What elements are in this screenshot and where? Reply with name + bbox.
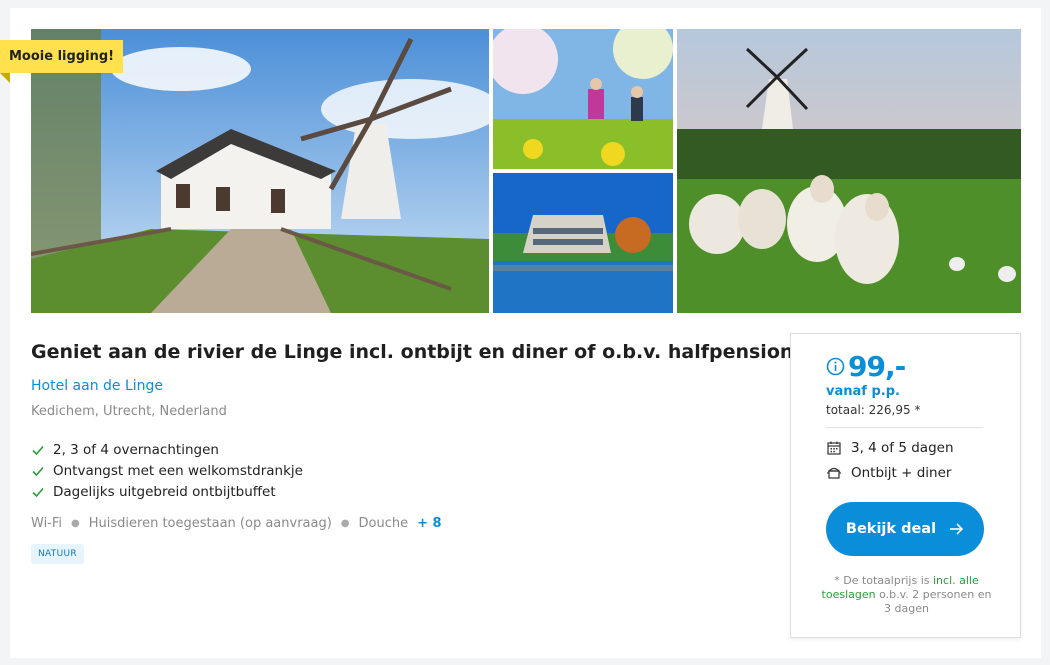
price-value: 99,- [848, 350, 906, 383]
price-box: 99,- vanaf p.p. totaal: 226,95 * 3, 4 of… [790, 333, 1021, 638]
price-row: 99,- [826, 350, 906, 383]
feature-item: Dagelijks uitgebreid ontbijtbuffet [31, 481, 771, 502]
more-amenities-link[interactable]: + 8 [417, 516, 441, 531]
hotel-link[interactable]: Hotel aan de Linge [31, 378, 771, 396]
photo-hotel-river[interactable] [493, 173, 673, 313]
note-suffix: o.b.v. 2 personen en 3 dagen [875, 588, 992, 615]
feature-list: 2, 3 of 4 overnachtingen Ontvangst met e… [31, 439, 771, 502]
per-person-label: vanaf p.p. [826, 384, 900, 399]
divider [826, 427, 983, 428]
highlight-badge: Mooie ligging! [0, 40, 124, 73]
badge-fold [0, 73, 10, 83]
amenity-item: Wi-Fi [31, 515, 63, 531]
photo-sheep[interactable] [677, 29, 1021, 313]
arrow-right-icon [948, 521, 964, 537]
amenities-row: Wi-Fi ● Huisdieren toegestaan (op aanvra… [31, 513, 771, 533]
calendar-icon [826, 440, 842, 456]
feature-label: 2, 3 of 4 overnachtingen [53, 441, 219, 458]
price-note: * De totaalprijs is incl. alle toeslagen… [821, 574, 992, 616]
note-prefix: * De totaalprijs is [834, 574, 933, 587]
amenity-item: Douche [358, 515, 409, 531]
location-text: Kedichem, Utrecht, Nederland [31, 404, 227, 419]
feature-item: 2, 3 of 4 overnachtingen [31, 439, 771, 460]
deal-card[interactable]: Mooie ligging! Geniet aan de rivier de L… [0, 8, 1041, 658]
feature-label: Ontvangst met een welkomstdrankje [53, 462, 303, 479]
amenity-item: Huisdieren toegestaan (op aanvraag) [88, 515, 332, 531]
feature-item: Ontvangst met een welkomstdrankje [31, 460, 771, 481]
view-deal-label: Bekijk deal [845, 521, 937, 537]
separator-dot: ● [340, 517, 350, 529]
feature-label: Dagelijks uitgebreid ontbijtbuffet [53, 483, 276, 500]
cooking-pot-icon [826, 465, 842, 481]
category-tag: NATUUR [31, 544, 84, 564]
photo-cycling[interactable] [493, 29, 673, 169]
board-row: Ontbijt + diner [826, 465, 951, 481]
check-icon [31, 443, 45, 457]
duration-row: 3, 4 of 5 dagen [826, 440, 954, 456]
duration-label: 3, 4 of 5 dagen [851, 440, 954, 456]
photo-gallery[interactable] [31, 29, 1021, 313]
info-icon[interactable] [826, 357, 845, 376]
separator-dot: ● [71, 517, 80, 529]
check-icon [31, 485, 45, 499]
view-deal-button[interactable]: Bekijk deal [826, 502, 984, 556]
board-label: Ontbijt + diner [851, 465, 952, 481]
deal-title[interactable]: Geniet aan de rivier de Linge incl. ontb… [31, 340, 793, 364]
check-icon [31, 464, 45, 478]
total-price: totaal: 226,95 * [826, 403, 921, 417]
deal-info: Geniet aan de rivier de Linge incl. ontb… [31, 340, 793, 564]
